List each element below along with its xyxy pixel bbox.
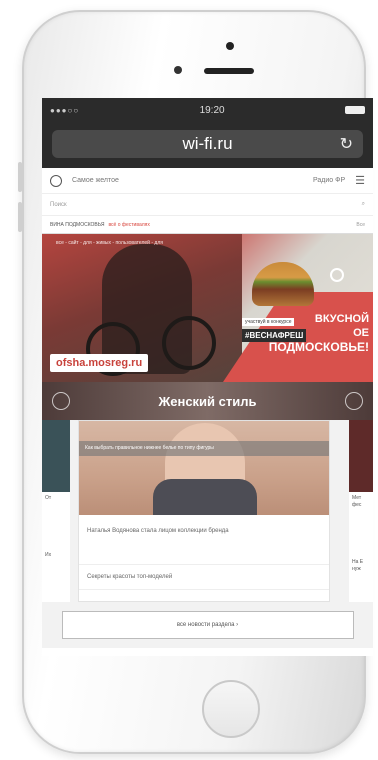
radio-link[interactable]: Радио ФР [313,177,345,184]
browser-chrome: ●●●○○ 19:20 wi-fi.ru ↻ [42,98,373,168]
card-caption: Как выбрать правильное нижнее белье по т… [79,441,329,456]
volume-up-button [18,162,22,192]
banner-site-link[interactable]: ofsha.mosreg.ru [50,354,149,372]
bike-wheel-right [162,316,216,370]
carousel-prev-icon[interactable] [52,392,70,410]
card-left-partial[interactable]: От Их [42,420,70,602]
more-wrap: все новости раздела › [42,602,373,648]
card-right-text-2: На Е нуж [352,559,364,572]
url-text: wi-fi.ru [182,134,233,153]
section-header: Женский стиль [42,382,373,420]
burger-image [252,262,314,306]
signal-indicator: ●●●○○ [50,105,80,115]
banner-headline: ВКУСНОЙ ОЕ ПОДМОСКОВЬЕ! [269,312,369,354]
card-right-image [349,420,373,492]
volume-down-button [18,202,22,232]
card-main[interactable]: Как выбрать правильное нижнее белье по т… [78,420,330,602]
site-header: Самое желтое Радио ФР ☰ [42,168,373,194]
lace-garment [153,479,257,515]
card-right-text: Мет фес [352,495,362,508]
ticker-text: ВИНА ПОДМОСКОВЬЯ [50,221,105,228]
banner-headline-line3: ПОДМОСКОВЬЕ! [268,340,369,354]
card-list-item[interactable]: Наталья Водянова стала лицом коллекции б… [79,515,329,565]
ticker-link[interactable]: всё о фестивалях [108,222,356,228]
earpiece-speaker [204,68,254,74]
proximity-sensor [174,66,182,74]
banner-headline-line1: ВКУСНОЙ [314,313,369,325]
search-icon[interactable]: ⌕ [362,201,365,208]
banner-tagline: все - сайт - для - живых - пользователей… [56,240,163,246]
ad-banner[interactable]: все - сайт - для - живых - пользователей… [42,234,373,382]
more-button-label: все новости раздела [176,622,235,628]
card-right-partial[interactable]: Мет фес На Е нуж [349,420,373,602]
ticker-more-link[interactable]: Все [356,222,365,228]
card-main-image: Как выбрать правильное нижнее белье по т… [79,421,329,515]
home-button[interactable] [202,680,260,738]
card-left-text-2: Их [45,552,52,558]
banner-headline-line2: ОЕ [353,327,369,339]
card-carousel: От Их Как выбрать правильное нижнее бель… [42,420,373,602]
card-left-text: От [45,495,52,501]
phone-screen: ●●●○○ 19:20 wi-fi.ru ↻ Самое желтое Ради… [42,98,373,656]
card-list-item[interactable]: Секреты красоты топ-моделей [79,565,329,590]
front-camera [226,42,234,50]
section-title: Женский стиль [158,393,257,409]
search-placeholder: Поиск [50,201,67,208]
map-pin-icon [330,268,344,282]
site-logo-icon[interactable] [50,174,62,187]
search-bar[interactable]: Поиск ⌕ [42,194,373,216]
status-bar: ●●●○○ 19:20 [42,98,373,122]
carousel-next-icon[interactable] [345,392,363,410]
news-ticker[interactable]: ВИНА ПОДМОСКОВЬЯ всё о фестивалях Все [42,216,373,234]
card-left-image [42,420,70,492]
all-section-news-button[interactable]: все новости раздела › [61,611,354,639]
reload-icon[interactable]: ↻ [340,134,353,154]
address-bar[interactable]: wi-fi.ru ↻ [52,130,363,158]
battery-icon [344,106,365,114]
status-time: 19:20 [199,104,225,116]
hamburger-menu-icon[interactable]: ☰ [355,174,365,187]
city-selector[interactable]: Самое желтое [72,177,313,184]
